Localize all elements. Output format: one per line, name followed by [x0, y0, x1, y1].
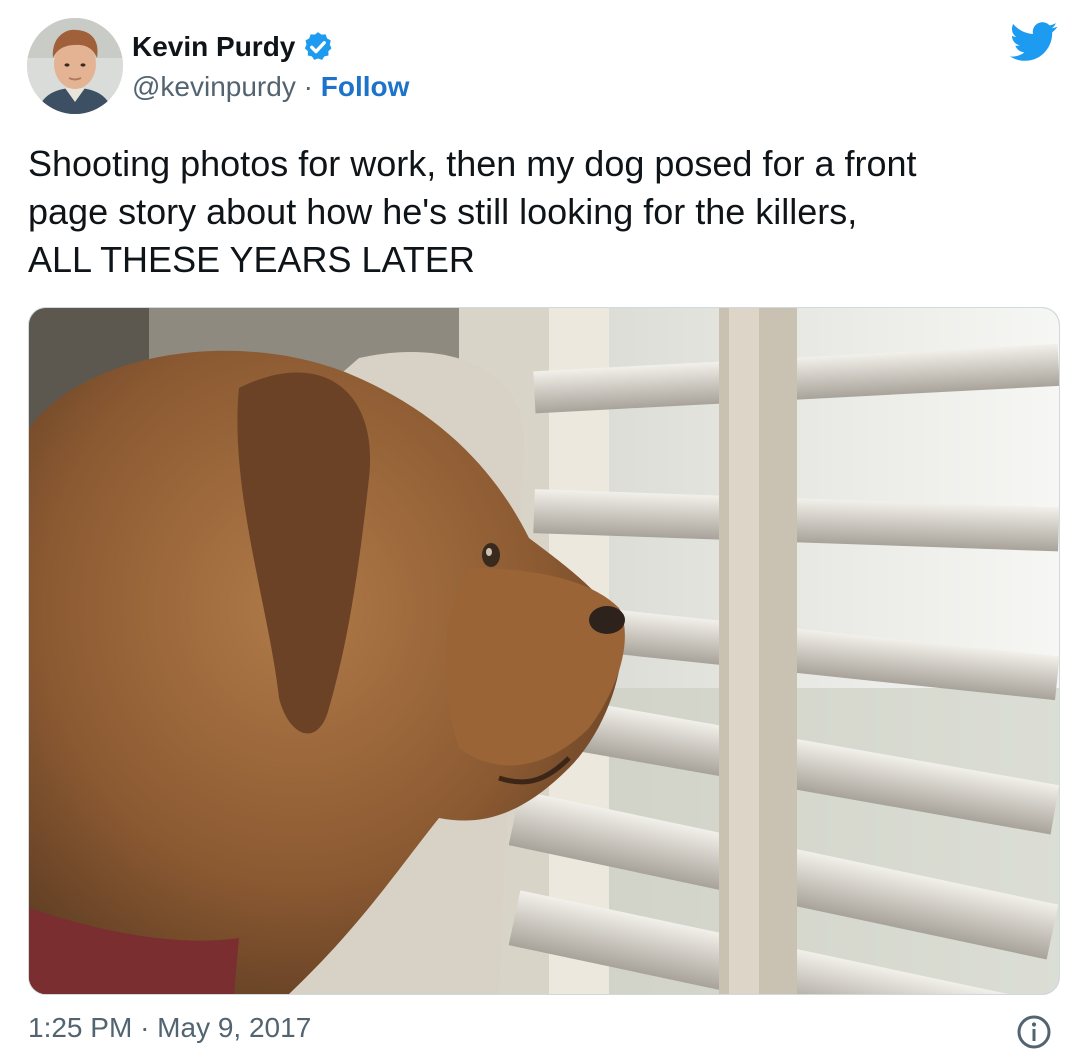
timestamp-separator: ·: [140, 1012, 158, 1043]
avatar-photo: [27, 18, 123, 114]
author-name-row[interactable]: Kevin Purdy: [132, 30, 335, 64]
tweet-date[interactable]: May 9, 2017: [157, 1012, 311, 1043]
tweet-text-line: Shooting photos for work, then my dog po…: [28, 143, 917, 184]
verified-badge-icon: [305, 32, 332, 60]
tweet-timestamp[interactable]: 1:25 PM · May 9, 2017: [28, 1012, 311, 1044]
handle-row: @kevinpurdy · Follow: [132, 71, 409, 103]
author-handle[interactable]: @kevinpurdy: [132, 71, 296, 102]
tweet-photo[interactable]: [28, 307, 1060, 995]
twitter-bird-icon[interactable]: [1010, 22, 1058, 62]
follow-button[interactable]: Follow: [321, 71, 410, 102]
author-name[interactable]: Kevin Purdy: [132, 31, 295, 63]
tweet-text-line: ALL THESE YEARS LATER: [28, 239, 475, 280]
tweet-card: Kevin Purdy @kevinpurdy · Follow Shootin…: [0, 0, 1084, 1064]
tweet-time[interactable]: 1:25 PM: [28, 1012, 132, 1043]
tweet-text: Shooting photos for work, then my dog po…: [28, 140, 1068, 284]
handle-separator: ·: [303, 71, 321, 102]
info-icon[interactable]: [1016, 1014, 1052, 1050]
avatar[interactable]: [27, 18, 123, 114]
dog-photo-illustration: [29, 308, 1059, 994]
tweet-text-line: page story about how he's still looking …: [28, 191, 858, 232]
